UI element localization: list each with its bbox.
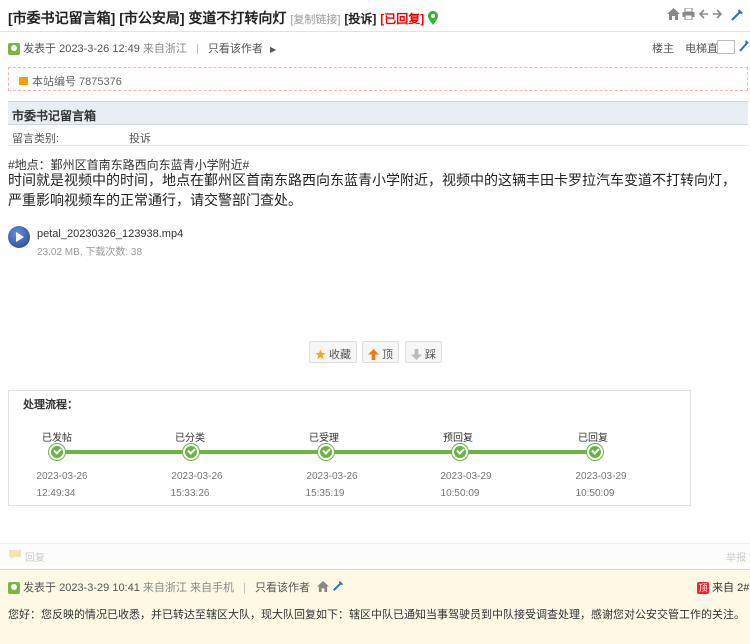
post-content: 时间就是视频中的时间，地点在鄞州区首南东路西向东蓝青小学附近，视频中的这辆丰田卡… [8,172,736,208]
elevator-input[interactable] [717,40,735,54]
step-label: 已分类 [175,433,205,444]
copy-link[interactable]: [复制链接] [290,14,340,26]
step-time: 10:50:09 [575,488,615,499]
reply-content: 您好：您反映的情况已收悉，并已转达至辖区大队，现大队回复如下：辖区中队已通知当事… [8,609,745,621]
next-thread-icon[interactable] [711,8,725,22]
step-label: 已发帖 [42,433,72,444]
step-date: 2023-03-26 [36,471,88,482]
downvote-button[interactable]: 踩 [405,341,442,363]
step-label: 预回复 [443,433,473,444]
user-icon[interactable] [8,43,20,56]
step-label: 已回复 [578,433,608,444]
top-badge: 顶 [697,582,709,595]
reply-from: 来自浙江 来自手机 [142,582,234,594]
report-link[interactable]: 举报 [726,549,746,564]
only-author-link[interactable]: 只看该作者 [255,582,310,594]
step-time: 10:50:09 [440,488,480,499]
home-icon[interactable] [317,581,332,594]
process-title: 处理流程： [23,399,78,411]
user-icon[interactable] [8,582,20,595]
reply-floor: 来自 2# [712,582,750,594]
step-time: 15:33:26 [170,488,210,499]
post-time: 发表于 2023-3-26 12:49 [23,43,140,55]
reply-icon[interactable] [8,549,22,563]
reply-time: 发表于 2023-3-29 10:41 [23,582,140,594]
type-tag[interactable]: [投诉] [344,12,376,26]
category-row: 留言类别: 投诉 [8,126,748,146]
upvote-button[interactable]: 顶 [362,341,399,363]
arrow-down-icon [411,349,422,360]
location-pin-icon [428,11,439,25]
box-header: 市委书记留言箱 [8,101,748,125]
chevron-right-icon: ▶ [269,45,277,54]
floor-label: 楼主 [652,43,674,55]
title-category[interactable]: [市委书记留言箱] [8,10,115,26]
step-check-icon [452,444,468,460]
title-department[interactable]: [市公安局] [119,10,184,26]
step-date: 2023-03-26 [306,471,358,482]
category-label: 留言类别: [12,133,60,145]
step-time: 15:35:19 [305,488,345,499]
step-date: 2023-03-29 [440,471,492,482]
attachment-link[interactable]: petal_20230326_123938.mp4 [37,228,183,240]
post-from: 来自浙江 [142,43,187,55]
edit-tool-icon[interactable] [730,8,744,22]
reply-link[interactable]: 回复 [25,549,45,564]
step-time: 12:49:34 [36,488,76,499]
prev-thread-icon[interactable] [696,8,710,22]
attachment-meta: 23.02 MB, 下载次数: 38 [37,247,143,258]
step-check-icon [318,444,334,460]
step-check-icon [183,444,199,460]
serial-number: 本站编号 7875376 [32,76,122,88]
star-icon [315,349,326,360]
category-value: 投诉 [129,133,151,145]
separator: | [243,582,246,594]
only-author-link[interactable]: 只看该作者 [208,43,263,55]
arrow-up-icon [368,349,379,360]
separator: | [195,43,199,55]
post-action-bar: 回复 举报 [0,543,750,565]
edit-tool-icon[interactable] [332,580,344,594]
home-icon[interactable] [666,8,680,22]
step-check-icon [49,444,65,460]
favorite-button[interactable]: 收藏 [309,341,357,363]
lock-icon [19,77,28,86]
step-check-icon [587,444,603,460]
video-file-icon[interactable] [8,226,30,248]
thread-title: [市委书记留言箱] [市公安局] 变道不打转向灯 [复制链接] [投诉] [已回… [8,8,439,28]
status-tag[interactable]: [已回复] [380,12,424,26]
print-icon[interactable] [681,7,695,22]
step-date: 2023-03-26 [171,471,223,482]
post-meta-row: 发表于 2023-3-26 12:49 来自浙江 | 只看该作者 ▶ 楼主 电梯… [0,36,750,62]
step-label: 已受理 [309,433,339,444]
step-date: 2023-03-29 [575,471,627,482]
serial-number-box: 本站编号 7875376 [8,67,748,91]
title-text: 变道不打转向灯 [188,10,287,26]
elevator-go-icon[interactable] [738,39,750,56]
